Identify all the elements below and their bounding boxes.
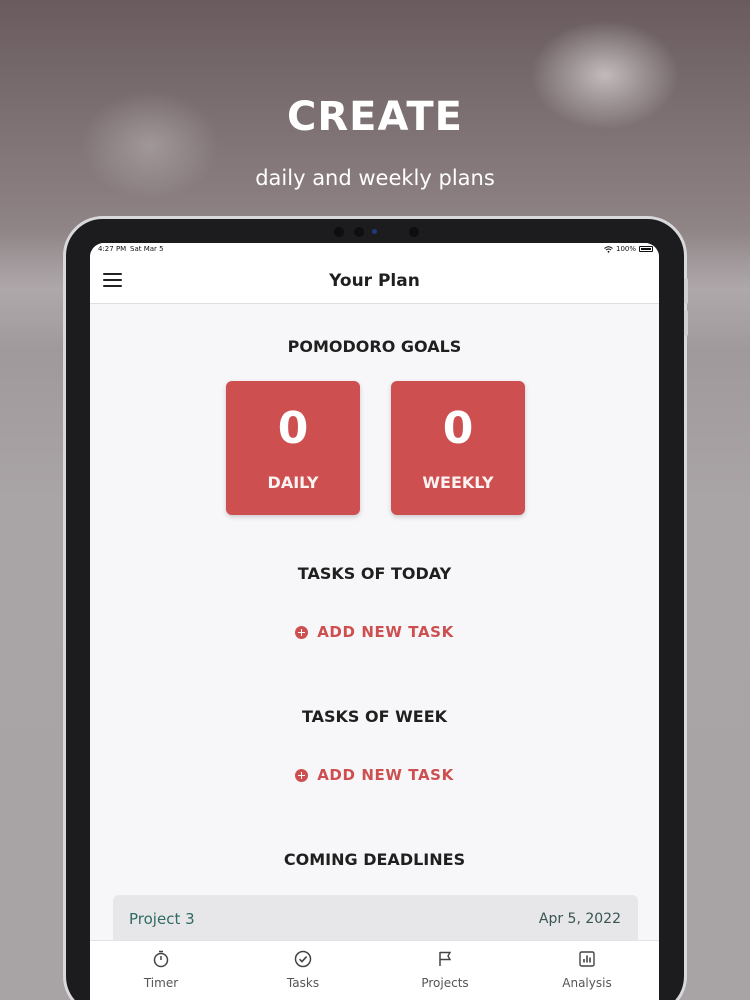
plus-circle-icon [295,768,309,782]
add-today-task-label: ADD NEW TASK [317,623,454,641]
check-circle-icon [294,950,312,968]
deadline-project-name: Project 3 [129,910,195,928]
weekly-goal-label: WEEKLY [422,473,494,492]
status-time: 4:27 PM [98,245,127,253]
tasks-today-heading: TASKS OF TODAY [297,564,452,583]
tab-timer[interactable]: Timer [90,941,232,1000]
tab-bar: Timer Tasks Projects Analysis [90,940,659,1000]
hero-subtitle: daily and weekly plans [255,166,495,190]
camera-dot [409,227,419,237]
daily-goal-value: 0 [277,403,309,454]
tab-timer-label: Timer [143,976,179,990]
wifi-icon [604,245,613,253]
status-right: 100% [604,245,653,253]
camera-dot [334,227,344,237]
battery-percent: 100% [615,245,636,253]
tasks-week-heading: TASKS OF WEEK [301,707,448,726]
pomodoro-goals-heading: POMODORO GOALS [287,337,462,356]
tab-projects-label: Projects [421,976,469,990]
add-week-task-label: ADD NEW TASK [317,766,454,784]
weekly-goal-card[interactable]: 0 WEEKLY [391,381,525,515]
plus-circle-icon [295,625,309,639]
flag-icon [439,951,452,966]
bar-chart-icon [579,951,595,967]
battery-icon [639,246,653,252]
status-bar: 4:27 PM Sat Mar 5 100% [90,243,659,259]
deadline-item[interactable]: Project 3 Apr 5, 2022 [113,895,638,945]
page-title: Your Plan [329,271,420,291]
deadline-date: Apr 5, 2022 [538,911,621,927]
status-date: Sat Mar 5 [130,245,164,253]
app-screen: 4:27 PM Sat Mar 5 100% Your Plan POMODOR… [90,243,659,1000]
tab-analysis-label: Analysis [562,976,612,990]
daily-goal-card[interactable]: 0 DAILY [226,381,360,515]
volume-button [684,278,688,304]
tab-projects[interactable]: Projects [374,941,516,1000]
daily-goal-label: DAILY [267,473,319,492]
camera-lens [372,229,377,234]
weekly-goal-value: 0 [442,403,474,454]
tab-tasks-label: Tasks [286,976,320,990]
tab-tasks[interactable]: Tasks [232,941,374,1000]
stopwatch-icon [153,950,169,968]
camera-dot [354,227,364,237]
volume-button [684,310,688,336]
tab-analysis[interactable]: Analysis [516,941,658,1000]
add-week-task-button[interactable]: ADD NEW TASK [90,766,659,784]
add-today-task-button[interactable]: ADD NEW TASK [90,623,659,641]
nav-bar: Your Plan [90,259,659,304]
hero-title: CREATE [287,94,463,140]
coming-deadlines-heading: COMING DEADLINES [283,850,466,869]
